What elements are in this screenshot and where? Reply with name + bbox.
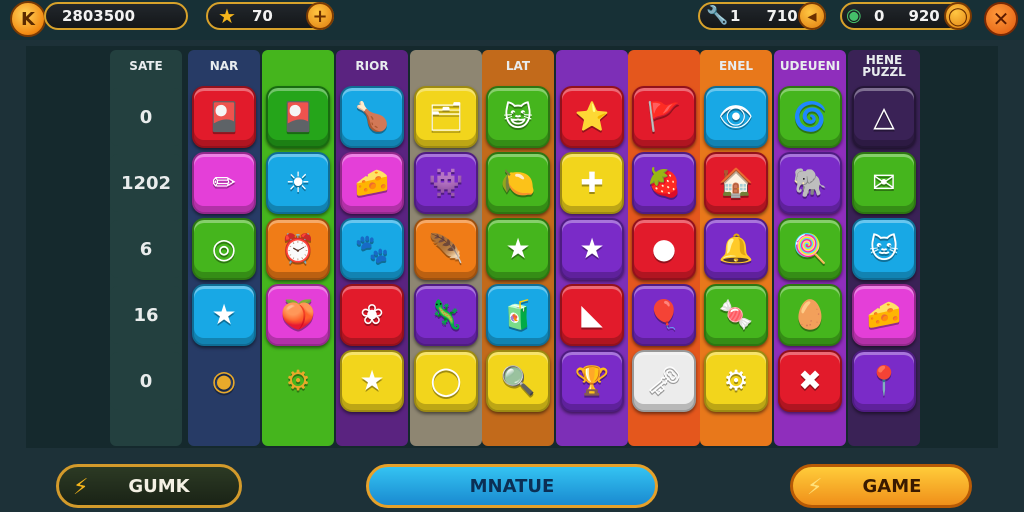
game-tile[interactable]: 🦎 bbox=[414, 284, 478, 346]
score-value: 2803500 bbox=[62, 7, 136, 25]
column-header: ENEL bbox=[718, 59, 754, 73]
game-tile[interactable]: ★ bbox=[486, 218, 550, 280]
column-header: HENE PUZZL bbox=[862, 53, 906, 79]
stars-value: 70 bbox=[252, 7, 273, 25]
game-tile[interactable]: 🏆 bbox=[560, 350, 624, 412]
game-tile[interactable]: 🎴 bbox=[192, 86, 256, 148]
score-cell: 16 bbox=[110, 286, 182, 344]
game-tile[interactable]: 👾 bbox=[414, 152, 478, 214]
game-tile[interactable]: 🥚 bbox=[778, 284, 842, 346]
game-button[interactable]: ⚡ GAME bbox=[790, 464, 972, 508]
top-bar: K 2803500 ★ 70 + 🔧 1 710 ◂ ◉ 0 920 ◯ ✕ bbox=[0, 0, 1024, 40]
resource2-value: 0 bbox=[874, 7, 885, 25]
game-tile[interactable]: 📍 bbox=[852, 350, 916, 412]
game-tile[interactable]: ◯ bbox=[414, 350, 478, 412]
game-tile[interactable]: ◉ bbox=[192, 350, 256, 412]
game-tile[interactable]: 🚩 bbox=[632, 86, 696, 148]
center-action-label: MNATUE bbox=[469, 475, 555, 497]
gem-icon: ◉ bbox=[846, 5, 862, 26]
left-action-button[interactable]: ⚡ GUMK bbox=[56, 464, 242, 508]
game-tile[interactable]: 🧀 bbox=[340, 152, 404, 214]
game-tile[interactable]: 🐘 bbox=[778, 152, 842, 214]
game-tile[interactable]: 🏠 bbox=[704, 152, 768, 214]
game-tile[interactable]: ● bbox=[632, 218, 696, 280]
game-tile[interactable]: 🍬 bbox=[704, 284, 768, 346]
game-tile[interactable]: 😺 bbox=[486, 86, 550, 148]
column-header: SATE bbox=[129, 59, 163, 73]
game-tile[interactable]: ★ bbox=[340, 350, 404, 412]
game-tile[interactable]: ☀ bbox=[266, 152, 330, 214]
game-tile[interactable]: 🍗 bbox=[340, 86, 404, 148]
game-tile[interactable]: 🗂 bbox=[414, 86, 478, 148]
game-tile[interactable]: △ bbox=[852, 86, 916, 148]
game-tile[interactable]: 🍑 bbox=[266, 284, 330, 346]
game-tile[interactable]: 🍭 bbox=[778, 218, 842, 280]
game-tile[interactable]: 🍋 bbox=[486, 152, 550, 214]
star-icon: ★ bbox=[218, 4, 236, 28]
resource1-extra: 710 bbox=[766, 7, 798, 25]
add-stars-button[interactable]: + bbox=[306, 2, 334, 30]
score-counter: 2803500 bbox=[44, 2, 188, 30]
game-tile[interactable]: ⚙ bbox=[704, 350, 768, 412]
game-tile[interactable]: 🌀 bbox=[778, 86, 842, 148]
score-cell: 6 bbox=[110, 220, 182, 278]
game-tile[interactable]: 🪶 bbox=[414, 218, 478, 280]
close-button[interactable]: ✕ bbox=[984, 2, 1018, 36]
game-tile[interactable]: ✏ bbox=[192, 152, 256, 214]
resource2-extra: 920 bbox=[908, 7, 940, 25]
game-tile[interactable]: 👁 bbox=[704, 86, 768, 148]
game-tile[interactable]: 🎈 bbox=[632, 284, 696, 346]
add-resource2-button[interactable]: ◯ bbox=[944, 2, 972, 30]
score-cell: 0 bbox=[110, 88, 182, 146]
game-tile[interactable]: 🎴 bbox=[266, 86, 330, 148]
game-tile[interactable]: 🧃 bbox=[486, 284, 550, 346]
game-button-label: GAME bbox=[862, 475, 922, 497]
column-header: NAR bbox=[209, 59, 239, 73]
game-tile[interactable]: 🧀 bbox=[852, 284, 916, 346]
column-header bbox=[557, 52, 627, 80]
game-tile[interactable]: 🍓 bbox=[632, 152, 696, 214]
column-header: LAT bbox=[505, 59, 531, 73]
resource1-value: 1 bbox=[730, 7, 741, 25]
game-tile[interactable]: ⏰ bbox=[266, 218, 330, 280]
lightning-icon: ⚡ bbox=[73, 475, 89, 500]
column-header: UDEUENI bbox=[779, 59, 841, 73]
game-tile[interactable]: 🐾 bbox=[340, 218, 404, 280]
game-tile[interactable]: ◣ bbox=[560, 284, 624, 346]
center-action-button[interactable]: MNATUE bbox=[366, 464, 658, 508]
column-header bbox=[263, 52, 333, 80]
score-cell: 1202 bbox=[110, 154, 182, 212]
game-tile[interactable]: ★ bbox=[192, 284, 256, 346]
game-tile[interactable]: 🔍 bbox=[486, 350, 550, 412]
game-tile[interactable]: ⭐ bbox=[560, 86, 624, 148]
game-tile[interactable]: ✉ bbox=[852, 152, 916, 214]
wrench-icon: 🔧 bbox=[706, 5, 729, 26]
add-resource1-button[interactable]: ◂ bbox=[798, 2, 826, 30]
column-header bbox=[411, 52, 481, 80]
score-cell: 0 bbox=[110, 352, 182, 410]
game-tile[interactable]: ❀ bbox=[340, 284, 404, 346]
back-coin-icon[interactable]: K bbox=[10, 1, 46, 37]
column-header: RIOR bbox=[355, 59, 389, 73]
game-tile[interactable]: ✚ bbox=[560, 152, 624, 214]
game-tile[interactable]: ⚙ bbox=[266, 350, 330, 412]
lightning-icon: ⚡ bbox=[807, 475, 823, 500]
game-tile[interactable]: 🗝 bbox=[632, 350, 696, 412]
column-header bbox=[629, 52, 699, 80]
game-tile[interactable]: 🔔 bbox=[704, 218, 768, 280]
game-tile[interactable]: ✖ bbox=[778, 350, 842, 412]
game-tile[interactable]: 🐱 bbox=[852, 218, 916, 280]
left-action-label: GUMK bbox=[128, 475, 190, 497]
game-tile[interactable]: ◎ bbox=[192, 218, 256, 280]
game-tile[interactable]: ★ bbox=[560, 218, 624, 280]
